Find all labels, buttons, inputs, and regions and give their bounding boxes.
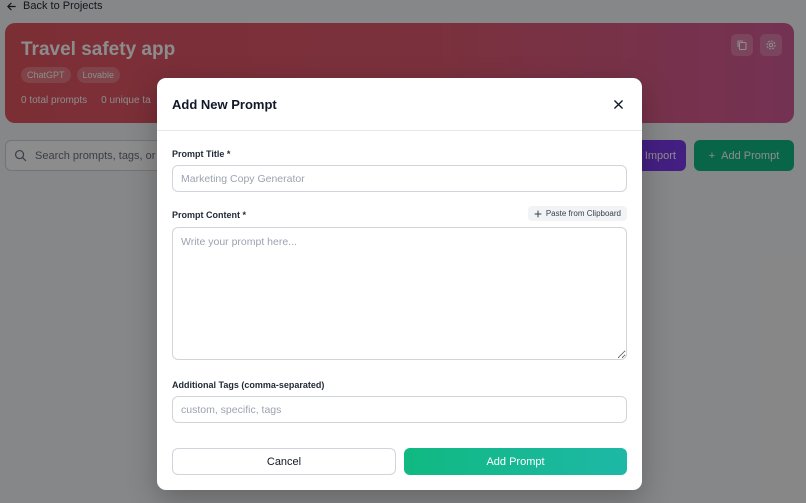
dialog-header: Add New Prompt [157, 78, 642, 131]
dialog-title: Add New Prompt [172, 96, 277, 112]
prompt-title-input[interactable] [172, 165, 627, 192]
close-icon [613, 99, 623, 109]
additional-tags-input[interactable] [172, 396, 627, 423]
add-prompt-dialog: Add New Prompt Prompt Title * Prompt Con… [157, 78, 642, 490]
page: Back to Projects Travel safety app ChatG… [0, 0, 806, 503]
plus-icon [534, 210, 542, 217]
paste-from-clipboard-button[interactable]: Paste from Clipboard [527, 206, 627, 221]
additional-tags-label: Additional Tags (comma-separated) [172, 380, 325, 390]
cancel-button[interactable]: Cancel [172, 448, 396, 475]
close-button[interactable] [609, 95, 627, 113]
prompt-content-label: Prompt Content * [172, 210, 246, 220]
prompt-title-label: Prompt Title * [172, 149, 231, 159]
submit-add-prompt-button[interactable]: Add Prompt [404, 448, 627, 475]
paste-label: Paste from Clipboard [545, 209, 621, 218]
prompt-content-textarea[interactable] [172, 227, 627, 360]
